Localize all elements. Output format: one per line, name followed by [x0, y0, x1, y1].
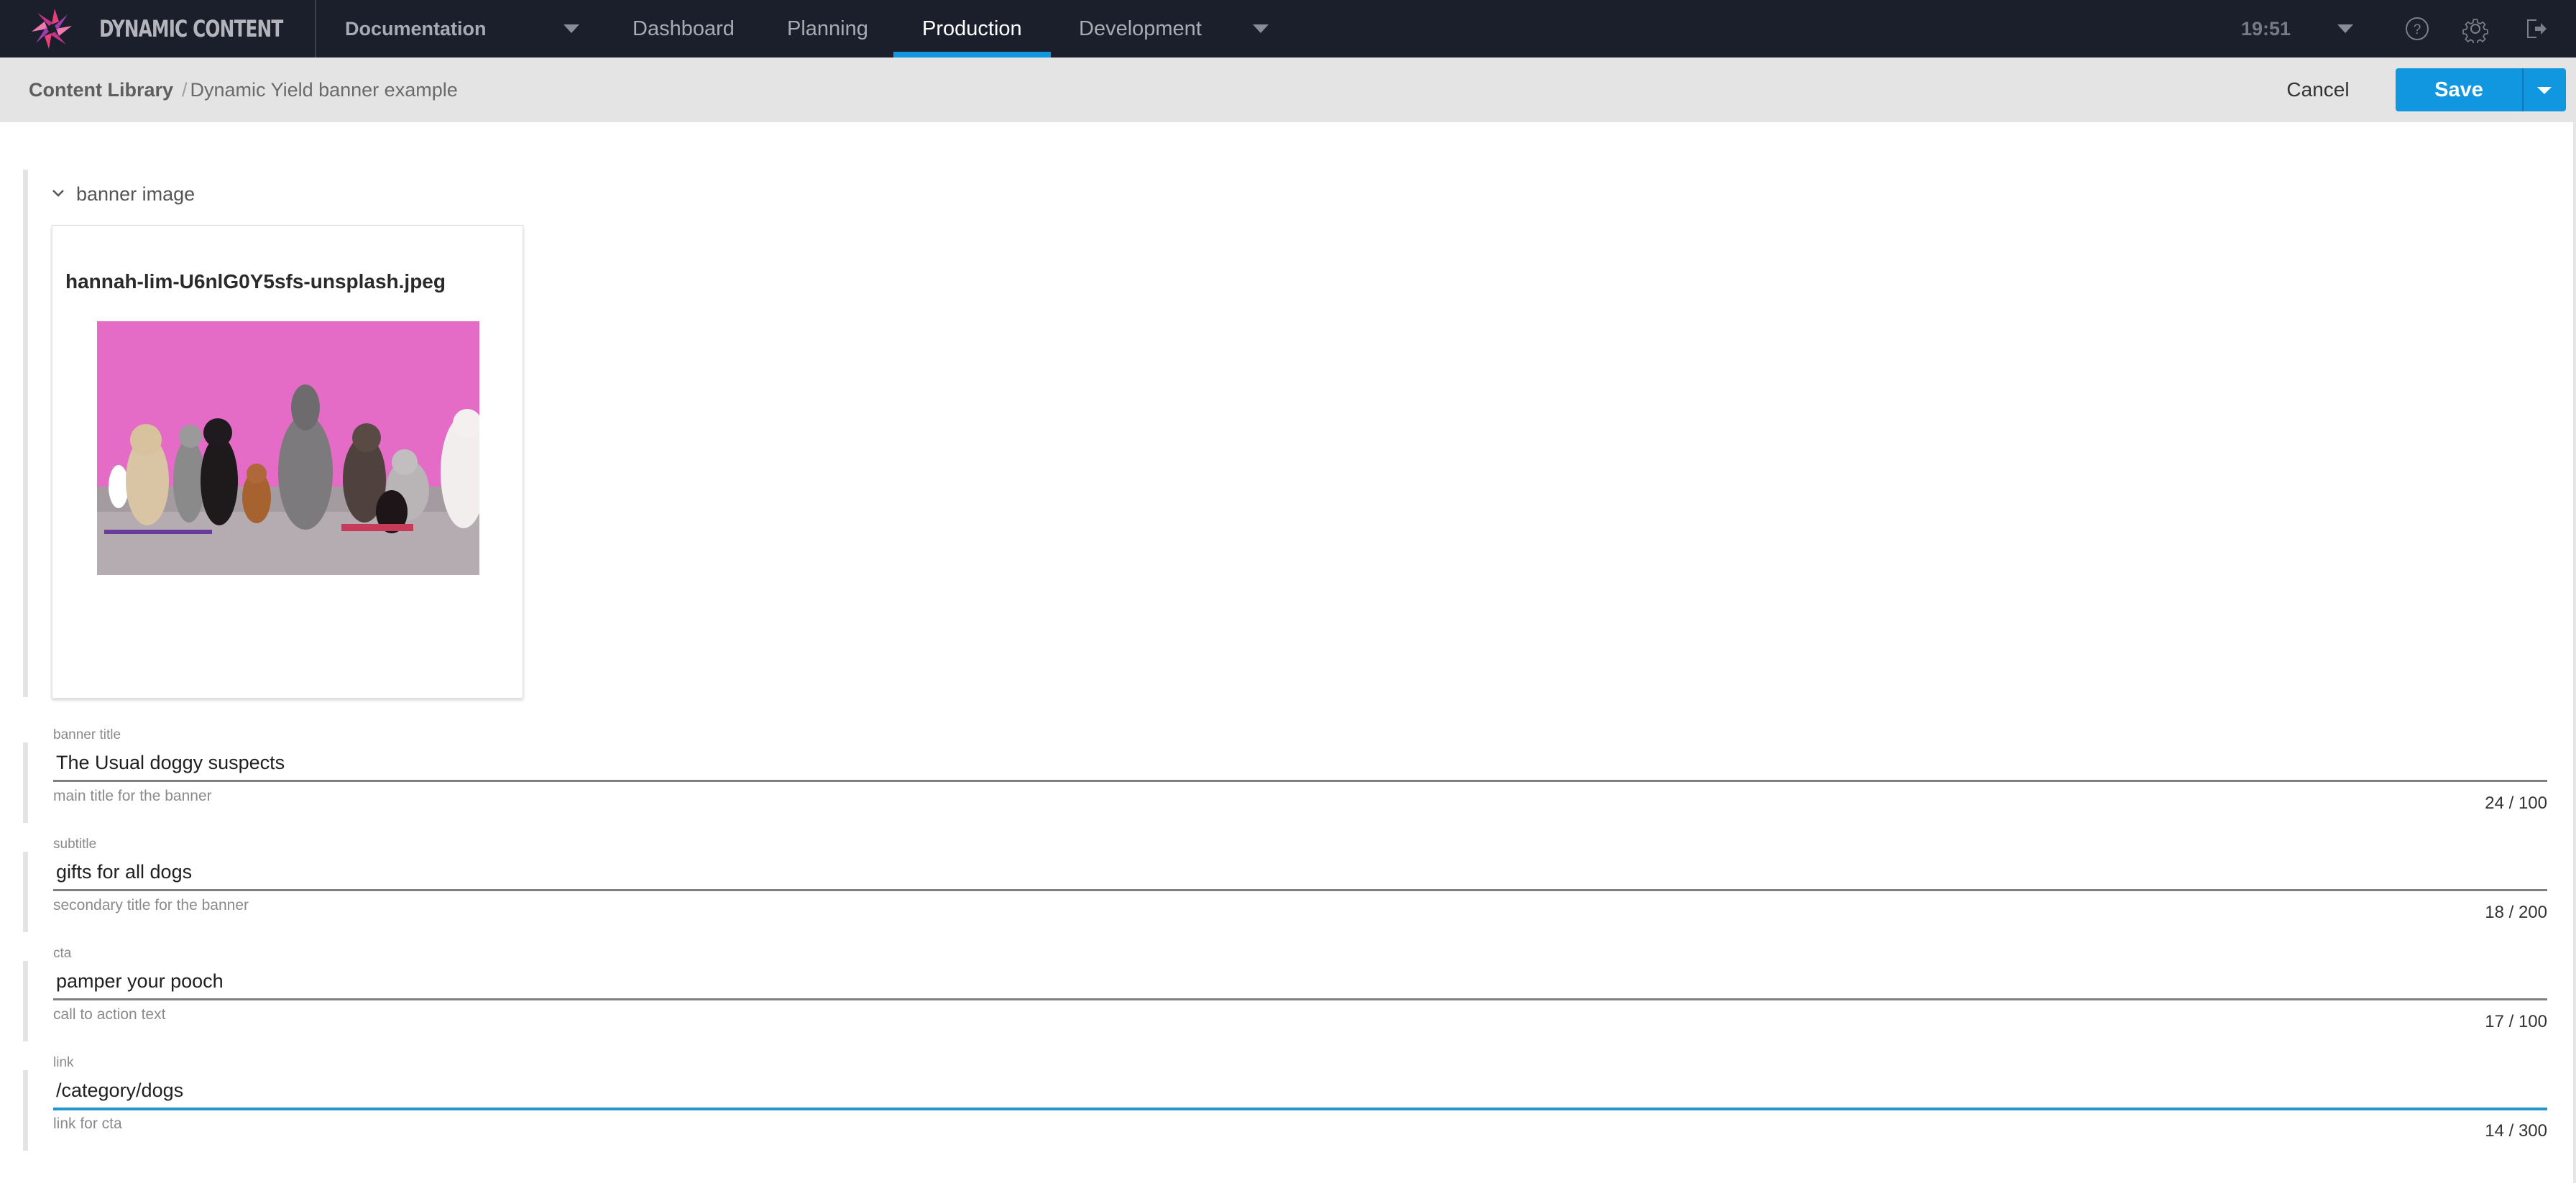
field-indent-bar [23, 1070, 28, 1151]
time-menu-button[interactable] [2332, 0, 2360, 57]
field-underline [53, 780, 2547, 782]
breadcrumb: Content Library / Dynamic Yield banner exa… [29, 57, 458, 122]
logout-icon[interactable] [2521, 14, 2549, 43]
top-navbar: DYNAMIC CONTENT Documentation Dashboard … [0, 0, 2576, 57]
subtitle-field: subtitle secondary title for the banner … [53, 837, 2547, 937]
link-input[interactable] [53, 1071, 2547, 1110]
clock: 19:51 [2241, 18, 2291, 40]
chevron-down-icon [1253, 24, 1269, 33]
project-label: Documentation [345, 18, 487, 40]
chevron-down-icon [564, 24, 579, 33]
link-field: link link for cta 14 / 300 [53, 1055, 2547, 1156]
more-tabs-button[interactable] [1247, 0, 1276, 57]
field-helper-text: main title for the banner [53, 788, 212, 804]
character-counter: 24 / 100 [2485, 793, 2547, 813]
field-helper-text: secondary title for the banner [53, 897, 249, 913]
project-selector[interactable]: Documentation [316, 0, 594, 57]
field-label: subtitle [53, 837, 97, 852]
field-indent-bar [23, 742, 28, 823]
breadcrumb-current: Dynamic Yield banner example [190, 79, 458, 101]
breadcrumb-content-library[interactable]: Content Library [29, 79, 173, 101]
help-icon[interactable]: ? [2403, 14, 2432, 43]
action-bar: Content Library / Dynamic Yield banner exa… [0, 57, 2576, 122]
breadcrumb-separator: / [182, 79, 188, 101]
field-helper-text: link for cta [53, 1115, 122, 1132]
field-label: banner title [53, 727, 121, 742]
cta-field: cta call to action text 17 / 100 [53, 946, 2547, 1046]
tab-dashboard[interactable]: Dashboard [632, 0, 735, 57]
image-preview [97, 321, 479, 575]
banner-title-input[interactable] [53, 743, 2547, 782]
field-indent-bar [23, 852, 28, 932]
brand-name: DYNAMIC CONTENT [99, 15, 283, 42]
chevron-down-icon [52, 190, 64, 197]
save-button-group: Save [2396, 68, 2566, 111]
tab-planning[interactable]: Planning [787, 0, 868, 57]
save-options-button[interactable] [2524, 68, 2566, 111]
character-counter: 18 / 200 [2485, 903, 2547, 922]
cancel-button[interactable]: Cancel [2271, 70, 2365, 110]
field-label: cta [53, 946, 72, 961]
tab-development[interactable]: Development [1079, 0, 1202, 57]
chevron-down-icon [2537, 87, 2552, 94]
section-indent-bar [23, 170, 28, 697]
banner-title-field: banner title main title for the banner 2… [53, 727, 2547, 828]
field-label: link [53, 1055, 74, 1070]
svg-text:?: ? [2414, 22, 2421, 37]
settings-icon[interactable] [2461, 14, 2490, 43]
image-filename: hannah-lim-U6nlG0Y5sfs-unsplash.jpeg [65, 270, 446, 293]
cta-input[interactable] [53, 962, 2547, 1000]
subtitle-input[interactable] [53, 852, 2547, 891]
field-underline [53, 889, 2547, 891]
field-underline [53, 998, 2547, 1000]
save-button[interactable]: Save [2396, 68, 2522, 111]
field-helper-text: call to action text [53, 1006, 166, 1023]
character-counter: 17 / 100 [2485, 1012, 2547, 1031]
scrollbar[interactable] [2573, 122, 2576, 1183]
character-counter: 14 / 300 [2485, 1121, 2547, 1141]
field-indent-bar [23, 961, 28, 1041]
image-card[interactable]: hannah-lim-U6nlG0Y5sfs-unsplash.jpeg [52, 225, 523, 699]
field-underline [53, 1108, 2547, 1110]
tab-production[interactable]: Production [893, 0, 1051, 57]
section-title: banner image [76, 183, 196, 205]
chevron-down-icon [2337, 24, 2353, 33]
logo-icon [32, 9, 72, 49]
